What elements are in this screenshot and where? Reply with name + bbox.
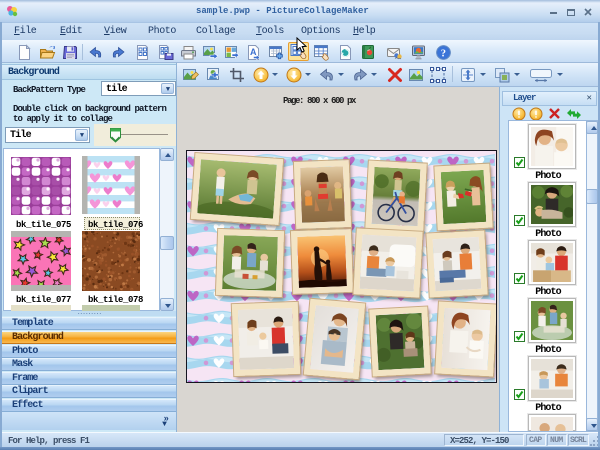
svg-text:?: ?	[441, 48, 446, 59]
